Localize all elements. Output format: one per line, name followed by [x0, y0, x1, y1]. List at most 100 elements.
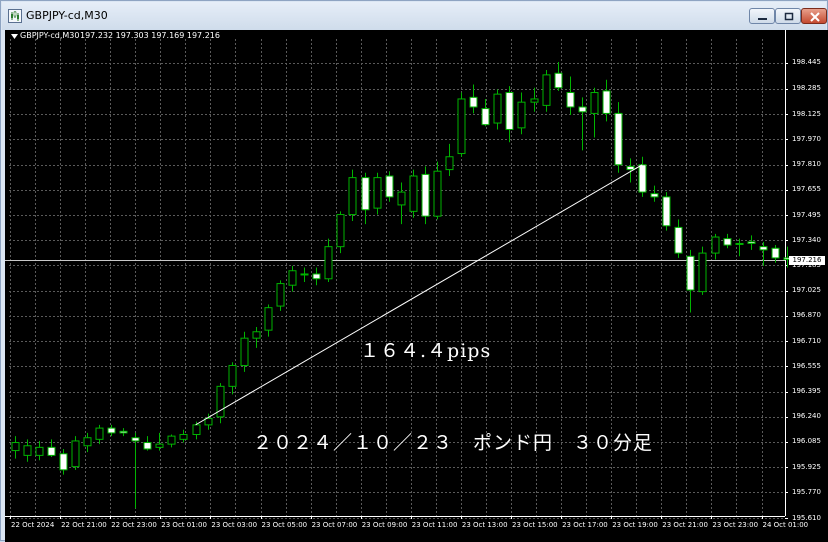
price-axis-label: 198.445 — [792, 58, 821, 67]
close-icon — [810, 12, 820, 22]
candle-body-bull — [240, 337, 249, 366]
time-axis-label: 23 Oct 05:00 — [261, 521, 308, 529]
candle-body-bear — [361, 177, 370, 211]
candle — [252, 326, 261, 348]
candle — [167, 434, 176, 448]
price-axis-label: 196.555 — [792, 361, 821, 370]
candle — [505, 86, 514, 143]
candle-body-bear — [602, 90, 611, 114]
candle-body-bull — [276, 283, 285, 307]
candle — [11, 436, 20, 459]
candle-body-bear — [686, 255, 695, 291]
minimize-icon — [758, 18, 767, 20]
window-titlebar[interactable]: GBPJPY-cd,M30 — [2, 2, 827, 30]
candle — [361, 172, 370, 225]
candle-body-bear — [421, 173, 430, 217]
candle-body-bull — [590, 92, 599, 114]
candle — [300, 267, 309, 282]
candle — [95, 424, 104, 445]
price-axis-label: 197.340 — [792, 235, 821, 244]
candle — [493, 89, 502, 130]
candle — [542, 70, 551, 112]
price-axis-label: 197.495 — [792, 210, 821, 219]
candle — [469, 84, 478, 114]
candlestick-chart[interactable] — [5, 30, 828, 542]
price-axis-label: 198.285 — [792, 84, 821, 93]
trendline — [195, 164, 643, 426]
candle-body-bear — [674, 226, 683, 254]
candle — [385, 171, 394, 202]
price-axis-label: 196.240 — [792, 412, 821, 421]
time-axis-label: 23 Oct 03:00 — [211, 521, 258, 529]
time-axis-label: 23 Oct 23:00 — [712, 521, 759, 529]
time-axis-label: 23 Oct 07:00 — [311, 521, 358, 529]
candle-body-bear — [505, 92, 514, 130]
time-axis-label: 23 Oct 21:00 — [662, 521, 708, 529]
candle — [578, 97, 587, 151]
window-title: GBPJPY-cd,M30 — [26, 9, 108, 22]
candle-body-bull — [433, 170, 442, 217]
candle-body-bull — [35, 446, 44, 456]
candle-body-bull — [735, 242, 744, 245]
candle-body-bear — [143, 442, 152, 450]
candle-body-bear — [469, 96, 478, 108]
close-button[interactable] — [801, 8, 827, 24]
candle — [735, 238, 744, 257]
candle-body-bear — [59, 453, 68, 471]
candle — [517, 92, 526, 135]
maximize-button[interactable] — [775, 8, 801, 24]
chart-area[interactable]: GBPJPY-cd,M30 197.232 197.303 197.169 19… — [5, 30, 828, 542]
candle-body-bear — [626, 165, 635, 171]
candle — [747, 235, 756, 250]
candle-body-bull — [155, 443, 164, 448]
candle — [155, 432, 164, 451]
candle — [638, 156, 647, 197]
time-axis-label: 23 Oct 09:00 — [361, 521, 408, 529]
price-axis-label: 195.925 — [792, 462, 821, 471]
candle — [433, 161, 442, 220]
minimize-button[interactable] — [749, 8, 775, 24]
candle-body-bear — [650, 193, 659, 198]
time-axis-label: 24 Oct 01:00 — [762, 521, 809, 529]
candle — [336, 211, 345, 254]
candle — [35, 440, 44, 461]
candle-body-bull — [288, 270, 297, 286]
candle-body-bear — [723, 238, 732, 246]
candle-body-bull — [228, 364, 237, 387]
time-axis-label: 22 Oct 21:00 — [61, 521, 107, 529]
candle-body-bull — [711, 236, 720, 254]
candle-body-bear — [481, 108, 490, 126]
price-axis-label: 197.970 — [792, 134, 821, 143]
candle-body-bull — [324, 246, 333, 280]
candle — [445, 143, 454, 177]
candle-body-bull — [373, 177, 382, 209]
price-axis-label: 195.770 — [792, 487, 821, 496]
candle-body-bull — [445, 156, 454, 171]
chart-symbol-label: GBPJPY-cd,M30 — [20, 31, 80, 40]
candle-body-bull — [192, 424, 201, 436]
dropdown-triangle-icon[interactable] — [11, 34, 18, 40]
candle — [723, 233, 732, 249]
candle — [119, 428, 128, 437]
chart-overlay — [195, 164, 643, 426]
candle — [348, 169, 357, 221]
candle-body-bear — [638, 164, 647, 193]
candle-body-bull — [204, 417, 213, 426]
candle-body-bull — [348, 177, 357, 216]
price-axis-label: 198.125 — [792, 109, 821, 118]
candle-body-bear — [312, 273, 321, 280]
candle-body-bull — [397, 191, 406, 206]
chart-ohlc-label: 197.232 197.303 197.169 197.216 — [80, 31, 220, 40]
candle-body-bull — [23, 445, 32, 456]
candle — [59, 448, 68, 475]
restore-icon — [784, 12, 794, 21]
candle-body-bull — [517, 101, 526, 129]
time-axis-label: 23 Oct 01:00 — [161, 521, 207, 529]
time-axis-label: 23 Oct 17:00 — [562, 521, 608, 529]
candle-body-bull — [300, 273, 309, 276]
candle — [590, 87, 599, 138]
candle-body-bear — [119, 430, 128, 434]
chart-window-icon — [8, 9, 22, 23]
candle — [288, 265, 297, 292]
candle-body-bear — [385, 175, 394, 198]
